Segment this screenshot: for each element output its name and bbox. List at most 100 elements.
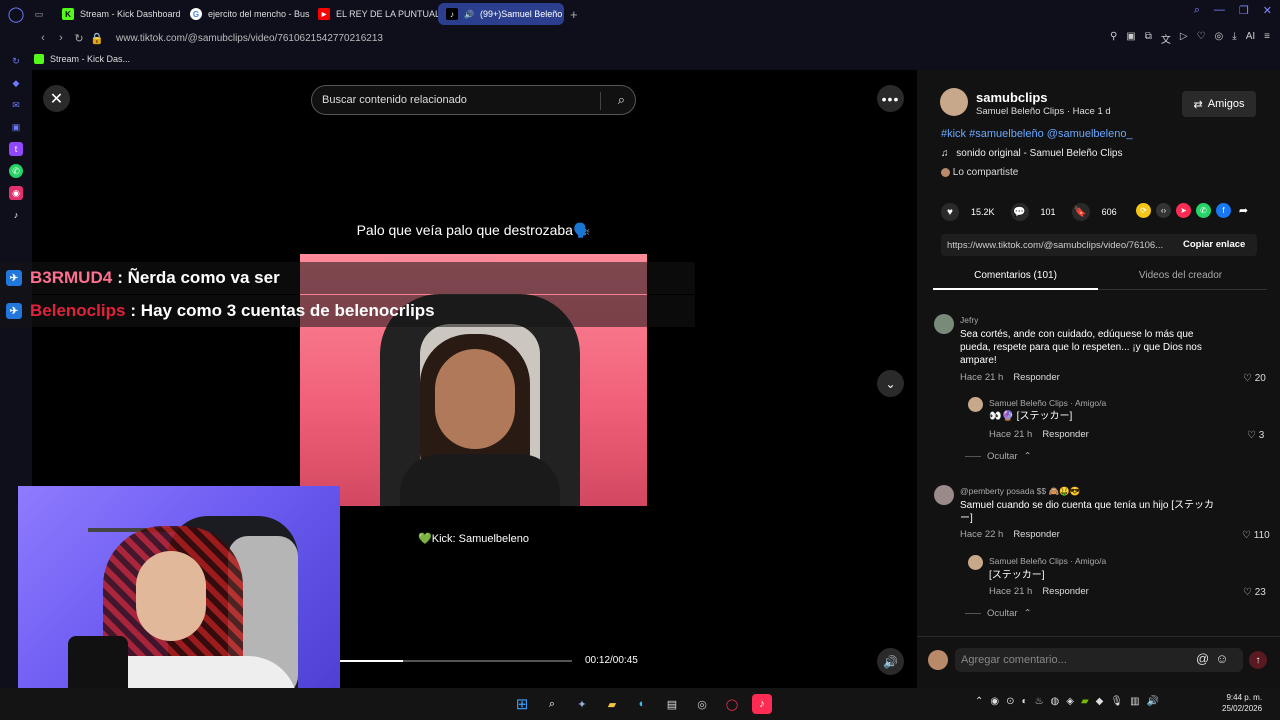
store-icon[interactable]: ▤ [662,694,682,714]
steam-icon[interactable]: ♨ [1035,696,1044,707]
volume-icon[interactable]: 🔊 [877,648,904,675]
hide-replies-button[interactable]: Ocultar ⌃ [965,608,1032,619]
reply-button[interactable]: Responder [1013,529,1059,540]
whatsapp-icon[interactable]: ✆ [9,164,23,178]
reply-button[interactable]: Responder [1013,372,1059,383]
tab-creator-videos[interactable]: Videos del creador [1098,270,1263,281]
avatar[interactable] [934,485,954,505]
mention-icon[interactable]: @ [1196,651,1209,666]
file-explorer-icon[interactable]: ▰ [602,694,622,714]
comment-like[interactable]: ♡ 3 [1247,430,1264,441]
flow-icon[interactable]: ↻ [9,54,23,68]
repost-icon[interactable]: ⟳ [1136,203,1151,218]
tray-app-icon[interactable]: ◈ [1066,696,1074,707]
emoji-icon[interactable]: ☺ [1215,651,1228,666]
minimize-icon[interactable]: — [1214,4,1225,17]
opera-gx-icon[interactable]: ◯ [722,694,742,714]
avatar[interactable] [968,397,983,412]
copilot-icon[interactable]: ✦ [572,694,592,714]
twitch-icon[interactable]: t [9,142,23,156]
comment-like[interactable]: ♡ 20 [1243,373,1266,384]
heart-icon[interactable]: ♡ [1197,31,1206,46]
maximize-icon[interactable]: ❐ [1239,4,1249,17]
copy-link-button[interactable]: Copiar enlace [1183,239,1245,250]
speaker-icon[interactable]: 🔊 [464,10,474,19]
tiktok-app-icon[interactable]: ♪ [752,694,772,714]
search-tabs-icon[interactable]: ⌕ [1194,4,1200,17]
tray-app-icon[interactable]: ◉ [990,696,999,707]
tab-tiktok-active[interactable]: ♪ 🔊 (99+)Samuel Beleño C [438,3,564,25]
more-options-icon[interactable]: ••• [877,85,904,112]
post-username[interactable]: samubclips [976,90,1048,105]
microphone-icon[interactable]: 🎙 [1110,696,1123,707]
avatar[interactable] [968,555,983,570]
tab-list-icon[interactable]: ▭ [32,7,46,21]
close-icon[interactable]: ✕ [43,85,70,112]
profile-icon[interactable]: ◎ [1215,31,1224,46]
opera-logo-icon[interactable]: ◯ [0,0,32,28]
reply-button[interactable]: Responder [1042,586,1088,597]
new-tab-button[interactable]: + [564,7,584,22]
share-more-icon[interactable]: ➦ [1236,203,1251,218]
comment-author[interactable]: Samuel Beleño Clips · Amigo/a [989,556,1106,566]
windows-start-icon[interactable]: ⊞ [512,694,532,714]
post-hashtags[interactable]: #kick #samuelbeleño @samuelbeleno_ [941,128,1133,140]
like-icon[interactable]: ♥ [941,203,959,221]
post-sound[interactable]: ♫ sonido original - Samuel Beleño Clips [941,148,1122,159]
edge-icon[interactable]: ◐ [632,694,652,714]
bookmark-icon[interactable]: 🔖 [1071,203,1090,221]
tiktok-sidebar-icon[interactable]: ♪ [9,208,23,222]
translate-icon[interactable]: 文 [1161,31,1171,46]
send-icon[interactable]: ➤ [1176,203,1191,218]
close-window-icon[interactable]: ✕ [1263,4,1272,17]
reply-button[interactable]: Responder [1042,429,1088,440]
tray-app-icon[interactable]: ⊙ [1006,696,1014,707]
search-icon[interactable]: ⌕ [618,92,625,108]
search-icon[interactable]: ⌕ [542,694,562,714]
comment-like[interactable]: ♡ 23 [1243,587,1266,598]
menu-icon[interactable]: ≡ [1264,31,1270,46]
comment-author[interactable]: Jefry [960,315,978,325]
hide-replies-button[interactable]: Ocultar ⌃ [965,451,1032,462]
download-icon[interactable]: ⤓ [1232,31,1236,46]
tray-app-icon[interactable]: ◆ [1096,696,1104,707]
next-video-icon[interactable]: ⌄ [877,370,904,397]
avatar[interactable] [940,88,968,116]
tab-kick-dashboard[interactable]: K Stream - Kick Dashboard [54,3,182,25]
instagram-icon[interactable]: ◉ [9,186,23,200]
messenger-icon[interactable]: ✉ [9,98,23,112]
network-icon[interactable]: ▥ [1130,696,1139,707]
play-icon[interactable]: ▷ [1180,31,1188,46]
volume-tray-icon[interactable]: 🔊 [1147,696,1159,707]
tab-comments[interactable]: Comentarios (101) [933,270,1098,281]
system-clock[interactable]: 9:44 p. m. 25/02/2026 [1222,692,1262,714]
back-icon[interactable]: ‹ [34,32,52,44]
ai-icon[interactable]: AI [1246,31,1255,46]
comment-icon[interactable]: 💬 [1010,203,1029,221]
tab-google-search[interactable]: G ejercito del mencho - Bus [182,3,310,25]
bookmark-kick[interactable]: Stream - Kick Das... [50,54,130,64]
pin-icon[interactable]: ⚲ [1110,31,1117,46]
facebook-share-icon[interactable]: f [1216,203,1231,218]
url-field[interactable]: www.tiktok.com/@samubclips/video/7610621… [116,33,383,44]
video-progress-bar[interactable] [340,660,572,662]
friends-button[interactable]: ⇄ Amigos [1182,91,1256,117]
whatsapp-share-icon[interactable]: ✆ [1196,203,1211,218]
tray-app-icon[interactable]: ◐ [1022,696,1028,707]
tab-youtube[interactable]: ▶ EL REY DE LA PUNTUALI [310,3,438,25]
avatar[interactable] [934,314,954,334]
aria-icon[interactable]: ◆ [9,76,23,90]
reload-icon[interactable]: ↻ [70,32,88,45]
snapshot-icon[interactable]: ▣ [1126,31,1135,46]
chevron-up-icon[interactable]: ⌃ [975,696,983,707]
embed-icon[interactable]: ‹› [1156,203,1171,218]
comment-author[interactable]: Samuel Beleño Clips · Amigo/a [989,398,1106,408]
related-search-input[interactable]: Buscar contenido relacionado ⌕ [311,85,636,115]
send-comment-icon[interactable]: ↑ [1249,651,1267,669]
forward-icon[interactable]: › [52,32,70,44]
obs-icon[interactable]: ◎ [692,694,712,714]
workspace-icon[interactable]: ▣ [9,120,23,134]
comment-author[interactable]: @pemberty posada $$ 🙈🤑😎 [960,486,1080,497]
nvidia-icon[interactable]: ▰ [1081,696,1089,707]
tray-app-icon[interactable]: ◍ [1051,696,1060,707]
